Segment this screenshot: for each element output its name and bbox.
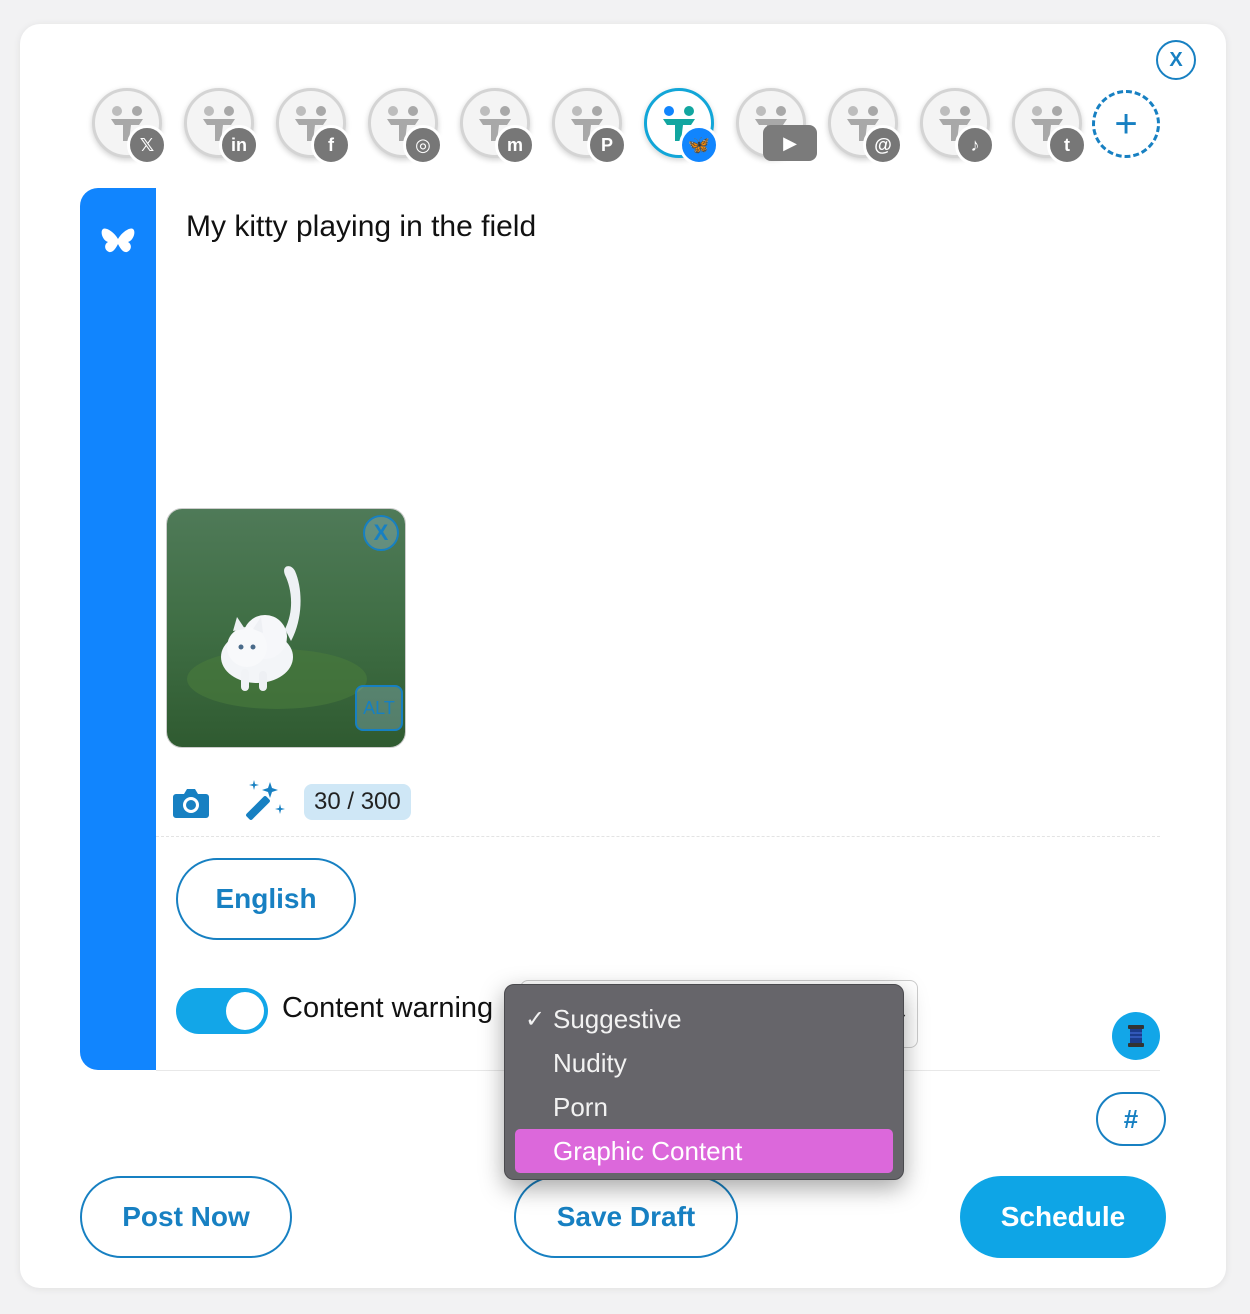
network-sidebar (80, 188, 156, 1070)
add-account-button[interactable]: + (1092, 90, 1160, 158)
save-draft-button[interactable]: Save Draft (514, 1176, 738, 1258)
magic-wand-icon[interactable] (240, 778, 286, 824)
menu-item-nudity[interactable]: Nudity (515, 1041, 893, 1085)
facebook-badge-icon: f (311, 125, 351, 165)
mastodon-badge-icon: m (495, 125, 535, 165)
account-avatar-mastodon[interactable]: m (460, 88, 535, 165)
menu-item-label: Nudity (553, 1047, 627, 1078)
menu-item-porn[interactable]: Porn (515, 1085, 893, 1129)
checkmark-icon: ✓ (525, 1006, 546, 1033)
menu-item-suggestive[interactable]: ✓ Suggestive (515, 997, 893, 1041)
camera-icon[interactable] (172, 784, 210, 820)
post-text-input[interactable]: My kitty playing in the field (186, 210, 536, 244)
content-warning-label: Content warning (282, 992, 494, 1024)
content-warning-toggle[interactable] (176, 988, 268, 1034)
youtube-badge-icon: ▶ (763, 125, 817, 161)
content-warning-dropdown-menu: ✓ Suggestive Nudity Porn Graphic Content (504, 984, 904, 1180)
butterfly-icon (101, 228, 135, 253)
remove-media-button[interactable]: X (363, 515, 399, 551)
x-badge-icon: 𝕏 (127, 125, 167, 165)
spool-icon (1128, 1025, 1144, 1047)
tiktok-badge-icon: ♪ (955, 125, 995, 165)
menu-item-label: Porn (553, 1091, 608, 1122)
instagram-badge-icon: ◎ (403, 125, 443, 165)
hashtag-button[interactable]: # (1096, 1092, 1166, 1146)
threads-badge-icon: @ (863, 125, 903, 165)
account-avatar-pinterest[interactable]: P (552, 88, 627, 165)
account-avatar-tumblr[interactable]: t (1012, 88, 1087, 165)
language-button[interactable]: English (176, 858, 356, 940)
menu-item-graphic-content[interactable]: Graphic Content (515, 1129, 893, 1173)
account-avatar-linkedin[interactable]: in (184, 88, 259, 165)
account-avatar-facebook[interactable]: f (276, 88, 351, 165)
account-avatar-tiktok[interactable]: ♪ (920, 88, 995, 165)
media-thumbnail[interactable]: X ALT (166, 508, 406, 748)
schedule-button[interactable]: Schedule (960, 1176, 1166, 1258)
account-avatar-x[interactable]: 𝕏 (92, 88, 167, 165)
menu-item-label: Graphic Content (553, 1135, 743, 1166)
section-divider (156, 836, 1160, 837)
alt-text-button[interactable]: ALT (355, 685, 403, 731)
linkedin-badge-icon: in (219, 125, 259, 165)
account-avatar-threads[interactable]: @ (828, 88, 903, 165)
close-modal-button[interactable]: X (1156, 40, 1196, 80)
bluesky-badge-icon: 🦋 (679, 125, 719, 165)
account-avatar-instagram[interactable]: ◎ (368, 88, 443, 165)
post-now-button[interactable]: Post Now (80, 1176, 292, 1258)
tumblr-badge-icon: t (1047, 125, 1087, 165)
pinterest-badge-icon: P (587, 125, 627, 165)
character-counter: 30 / 300 (304, 784, 411, 820)
account-avatar-bluesky[interactable]: 🦋 (644, 88, 719, 165)
toggle-knob (226, 992, 264, 1030)
menu-item-label: Suggestive (553, 1003, 682, 1034)
account-avatar-youtube[interactable]: ▶ (736, 88, 817, 161)
thread-spool-button[interactable] (1112, 1012, 1160, 1060)
